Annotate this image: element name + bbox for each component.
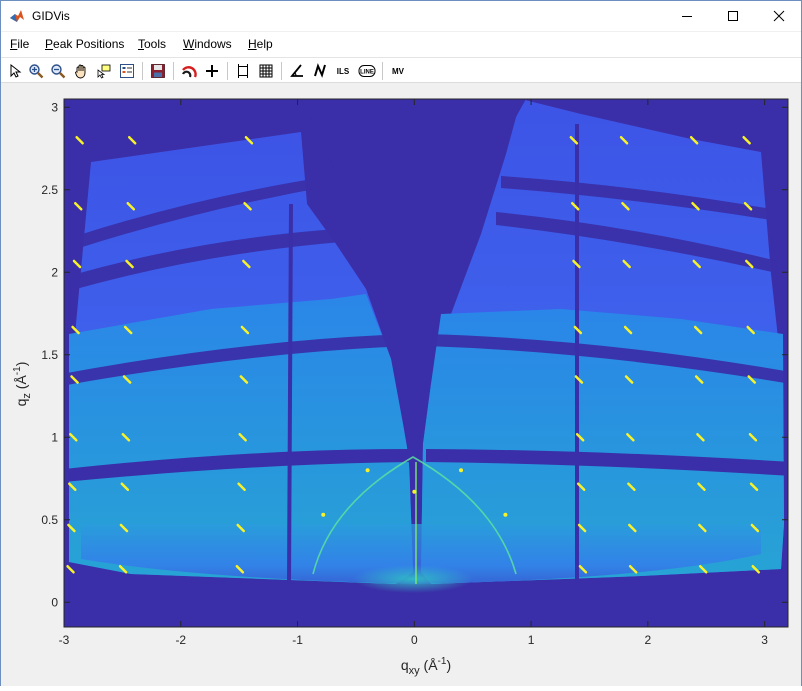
crosshair-icon (206, 65, 218, 77)
crosshair-button[interactable] (202, 61, 222, 81)
angle-button[interactable] (287, 61, 307, 81)
y-tick-label: 2.5 (41, 183, 58, 197)
bragg-peak (503, 512, 508, 517)
x-tick-label: 0 (411, 633, 418, 647)
toolbar-separator (227, 62, 228, 80)
toolbar-separator (281, 62, 282, 80)
menu-windows[interactable]: Windows (183, 37, 232, 51)
x-axis-label: qxy (Å-1) (401, 656, 451, 677)
x-tick-label: -3 (59, 633, 70, 647)
zoom-in-icon (29, 64, 44, 79)
menu-windows-accel: W (183, 37, 195, 51)
rectangle-select-icon (238, 64, 248, 78)
beamline-arc-icon (181, 66, 197, 78)
menu-peak-positions[interactable]: Peak Positions (45, 37, 124, 51)
title-bar: GIDVis (1, 1, 801, 31)
minimize-icon (682, 16, 692, 17)
mv-button[interactable]: MV (388, 61, 408, 81)
grid-icon (259, 64, 273, 78)
matlab-logo-icon (10, 10, 24, 22)
y-tick-label: 1.5 (41, 348, 58, 362)
zoom-out-icon (51, 64, 66, 79)
menu-help-label: elp (256, 37, 273, 51)
zoom-out-button[interactable] (48, 61, 68, 81)
rectangle-select-button[interactable] (233, 61, 253, 81)
pan-hand-icon (75, 64, 86, 79)
bragg-peak (321, 512, 326, 517)
gid-heatmap-plot[interactable]: -3 -2 -1 0 1 2 3 0 0.5 1 1.5 2 2.5 3 qxy (Å-1) qz (Å… (1, 84, 801, 686)
bragg-peak (412, 489, 417, 494)
menu-peak-positions-label: eak Positions (53, 37, 125, 51)
ils-icon: ILS (336, 66, 350, 76)
y-tick-label: 3 (51, 100, 58, 114)
bragg-peak (459, 468, 464, 473)
close-icon (773, 10, 785, 22)
line-button[interactable]: LINE (357, 61, 377, 81)
specular-glow (353, 565, 473, 593)
save-icon (151, 64, 165, 78)
n-tool-button[interactable] (310, 61, 330, 81)
gidvis-window: GIDVis File Peak Positions Tools Windows… (0, 0, 802, 686)
grid-button[interactable] (256, 61, 276, 81)
close-button[interactable] (756, 1, 802, 31)
beamline-arc-button[interactable] (179, 61, 199, 81)
data-cursor-button[interactable] (94, 61, 114, 81)
figure-area: -3 -2 -1 0 1 2 3 0 0.5 1 1.5 2 2.5 3 qxy (Å-1) qz (Å… (1, 84, 801, 686)
n-icon (314, 63, 326, 78)
left-vertical-gap (287, 203, 293, 585)
mv-icon: MV (392, 66, 404, 76)
zoom-in-button[interactable] (26, 61, 46, 81)
line-icon: LINE (358, 65, 376, 77)
line-button-label: LINE (360, 70, 374, 76)
menu-file[interactable]: File (10, 37, 29, 51)
pan-button[interactable] (71, 61, 91, 81)
pointer-tool-button[interactable] (5, 61, 25, 81)
x-tick-label: 2 (645, 633, 652, 647)
y-tick-label: 2 (51, 265, 58, 279)
maximize-button[interactable] (710, 1, 756, 31)
angle-icon (290, 64, 303, 77)
menu-help[interactable]: Help (248, 37, 273, 51)
toolbar: ILS LINE MV (1, 57, 801, 83)
y-tick-label: 0 (51, 595, 58, 609)
menu-help-accel: H (248, 37, 257, 51)
menu-bar: File Peak Positions Tools Windows Help (1, 32, 801, 57)
pointer-icon (10, 63, 22, 78)
x-tick-label: 3 (761, 633, 768, 647)
x-tick-label: -1 (292, 633, 303, 647)
toolbar-separator (142, 62, 143, 80)
menu-tools-label: ools (144, 37, 167, 51)
legend-button[interactable] (117, 61, 137, 81)
y-tick-label: 1 (51, 430, 58, 444)
menu-windows-label: indows (194, 37, 232, 51)
x-tick-label: -2 (175, 633, 186, 647)
toolbar-separator (382, 62, 383, 80)
y-tick-label: 0.5 (41, 513, 58, 527)
menu-file-label: ile (17, 37, 30, 51)
menu-peak-positions-accel: P (45, 37, 54, 51)
ils-button[interactable]: ILS (333, 61, 353, 81)
detector-image (64, 99, 788, 593)
y-axis-label: qz (Å-1) (12, 362, 33, 407)
menu-tools[interactable]: Tools (138, 37, 166, 51)
toolbar-separator (173, 62, 174, 80)
window-title: GIDVis (32, 9, 70, 23)
minimize-button[interactable] (664, 1, 710, 31)
data-cursor-icon (97, 64, 111, 79)
save-button[interactable] (148, 61, 168, 81)
x-tick-label: 1 (528, 633, 535, 647)
legend-icon (120, 64, 134, 78)
maximize-icon (728, 11, 738, 21)
bragg-peak (365, 468, 370, 473)
